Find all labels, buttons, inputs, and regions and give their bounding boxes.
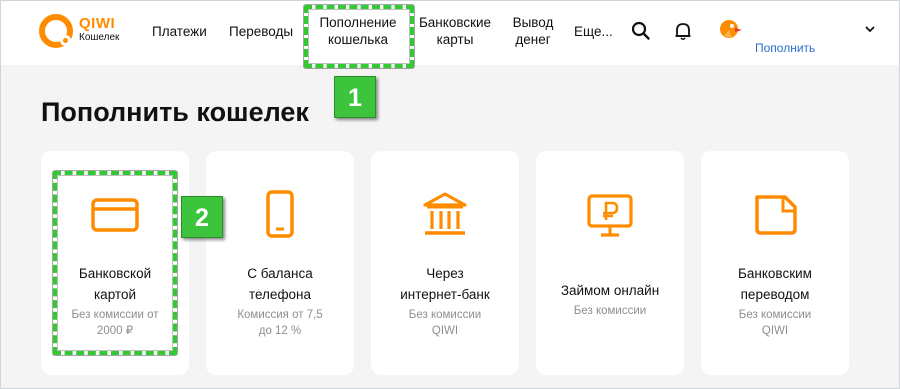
card-sub-line1: Без комиссии [573,305,647,317]
logo-subtext: Кошелек [79,32,120,43]
chevron-down-icon[interactable] [863,22,877,36]
card-label-line1: С баланса [247,266,313,281]
step-badge-2: 2 [181,196,223,238]
card-label-line1: Через [426,266,464,281]
card-sub-line2: QIWI [431,325,459,337]
qiwi-logo[interactable]: QIWI Кошелек [39,11,129,51]
card-sub-line1: Без комиссии [408,309,482,321]
card-sub-line1: Комиссия от 7,5 [237,309,323,321]
card-label-line1: Банковским [738,266,812,281]
nav-payments[interactable]: Платежи [152,23,207,40]
nav-bank-cards-line1: Банковские [418,15,492,30]
card-sub-line2: QIWI [761,325,789,337]
nav-transfers[interactable]: Переводы [229,23,293,40]
logo-text: QIWI [79,15,116,32]
card-label-line1: Займом онлайн [560,283,660,298]
logo-dot-icon [60,35,71,46]
option-card-bank-transfer[interactable]: Банковским переводом Без комиссии QIWI [701,151,849,375]
avatar-icon[interactable] [717,16,743,42]
nav-bank-cards[interactable]: Банковские карты [415,14,495,48]
topup-link[interactable]: Пополнить [755,41,815,55]
highlight-box-2 [53,171,177,355]
search-icon[interactable] [631,21,651,41]
nav-more[interactable]: Еще... [574,23,613,40]
highlight-box-1 [304,5,414,68]
option-card-phone-balance[interactable]: С баланса телефона Комиссия от 7,5 до 12… [206,151,354,375]
top-header: QIWI Кошелек Платежи Переводы Пополнение… [1,1,899,65]
document-icon [745,185,805,245]
nav-withdraw[interactable]: Вывод денег [507,14,559,48]
nav-withdraw-line1: Вывод [512,15,554,30]
bank-icon [415,185,475,245]
monitor-ruble-icon [580,185,640,245]
phone-icon [250,185,310,245]
step-badge-1: 1 [334,76,376,118]
card-sub-line1: Без комиссии [738,309,812,321]
option-card-online-loan[interactable]: Займом онлайн Без комиссии [536,151,684,375]
card-sub-line2: до 12 % [258,325,302,337]
bell-icon[interactable] [673,21,693,41]
page-frame: QIWI Кошелек Платежи Переводы Пополнение… [0,0,900,389]
card-label-line2: интернет-банк [400,287,490,302]
card-label-line2: телефона [248,287,312,302]
page-title: Пополнить кошелек [41,97,309,127]
card-label-line2: переводом [740,287,810,302]
nav-withdraw-line2: денег [515,32,551,47]
nav-bank-cards-line2: карты [436,32,474,47]
option-card-internet-bank[interactable]: Через интернет-банк Без комиссии QIWI [371,151,519,375]
